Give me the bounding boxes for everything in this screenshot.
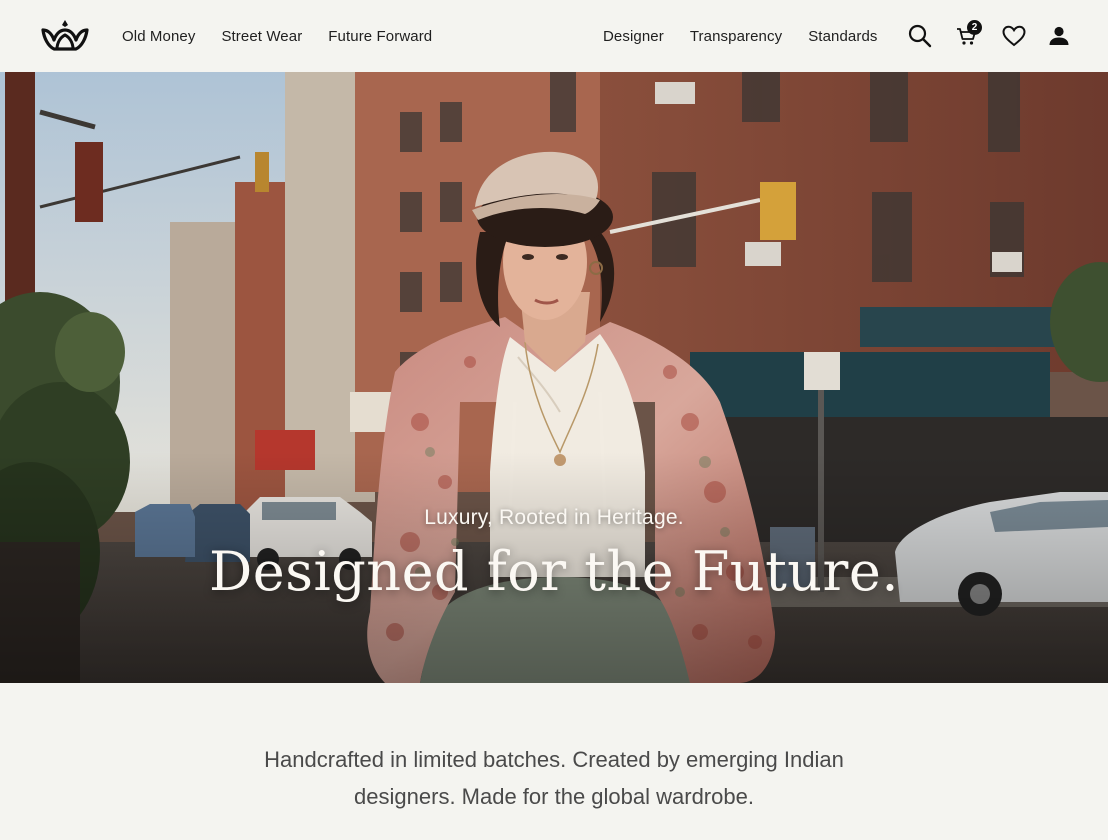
primary-nav: Old Money Street Wear Future Forward	[122, 0, 432, 72]
hero-subtitle: Luxury, Rooted in Heritage.	[424, 506, 684, 529]
nav-link-transparency[interactable]: Transparency	[690, 28, 782, 45]
cart-button[interactable]: 2	[952, 20, 982, 51]
hero-title: Designed for the Future.	[208, 540, 899, 603]
site-header: Old Money Street Wear Future Forward Des…	[0, 0, 1108, 72]
secondary-nav: Designer Transparency Standards	[603, 0, 877, 72]
intro-text: Handcrafted in limited batches. Created …	[264, 747, 844, 809]
heart-icon	[1002, 25, 1026, 47]
nav-link-old-money[interactable]: Old Money	[122, 28, 195, 45]
nav-link-designer[interactable]: Designer	[603, 28, 664, 45]
search-icon	[908, 24, 932, 48]
logo-icon[interactable]	[40, 18, 90, 54]
nav-link-standards[interactable]: Standards	[808, 28, 877, 45]
nav-link-future-forward[interactable]: Future Forward	[328, 28, 432, 45]
account-button[interactable]	[1044, 21, 1074, 51]
search-button[interactable]	[905, 21, 935, 51]
wishlist-button[interactable]	[999, 21, 1029, 51]
cart-count-badge: 2	[967, 20, 982, 35]
nav-link-street-wear[interactable]: Street Wear	[221, 28, 302, 45]
hero-banner: Luxury, Rooted in Heritage. Designed for…	[0, 72, 1108, 683]
intro-section: Handcrafted in limited batches. Created …	[0, 683, 1108, 840]
user-icon	[1049, 26, 1069, 45]
